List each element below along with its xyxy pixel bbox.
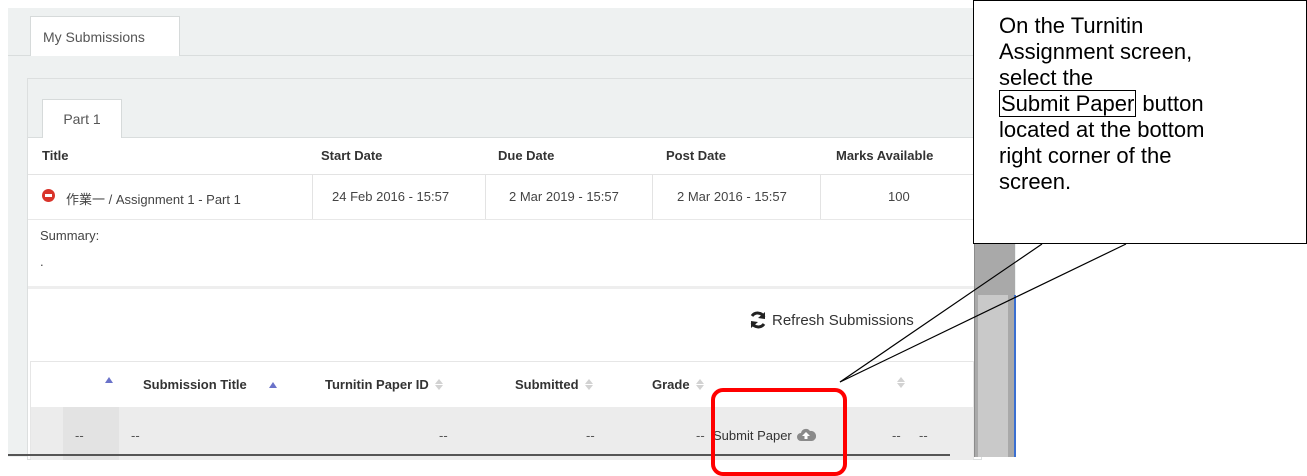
header-grade-label: Grade <box>652 377 690 392</box>
callout-line: select the <box>999 65 1094 90</box>
submission-grade-value: -- <box>696 428 705 443</box>
submit-paper-highlight <box>711 388 847 476</box>
column-divider <box>652 175 653 219</box>
column-divider <box>485 175 486 219</box>
sort-icon <box>584 379 593 390</box>
callout-line: screen. <box>999 169 1072 194</box>
header-due-date: Due Date <box>498 148 555 163</box>
assignment-due-date: 2 Mar 2019 - 15:57 <box>509 189 619 204</box>
summary-label: Summary: <box>40 228 100 243</box>
sort-icon <box>695 379 704 390</box>
row-select-cell <box>63 407 119 460</box>
tab-my-submissions[interactable]: My Submissions <box>30 16 180 56</box>
remove-circle-icon <box>42 189 55 202</box>
header-turnitin-paper-id-label: Turnitin Paper ID <box>325 377 429 392</box>
submission-title-value: -- <box>131 428 140 443</box>
header-submission-title[interactable]: Submission Title <box>143 377 277 392</box>
tab-part-1-label: Part 1 <box>63 111 101 127</box>
callout-line: Assignment screen, <box>999 39 1193 64</box>
sort-asc-icon <box>268 381 277 388</box>
scrollbar-accent-line <box>1014 295 1016 457</box>
header-title: Title <box>42 148 69 163</box>
callout-boxed-term: Submit Paper <box>999 90 1137 117</box>
assignment-marks-available: 100 <box>888 189 910 204</box>
submission-paper-id-value: -- <box>439 428 448 443</box>
header-post-date: Post Date <box>666 148 726 163</box>
header-start-date: Start Date <box>321 148 383 163</box>
header-submitted-label: Submitted <box>515 377 579 392</box>
assignment-title: 作業一 / Assignment 1 - Part 1 <box>66 192 241 207</box>
submission-last-value-b: -- <box>919 428 928 443</box>
header-grade[interactable]: Grade <box>652 377 704 392</box>
scrollbar-thumb[interactable] <box>978 295 1008 457</box>
header-marks-available: Marks Available <box>836 148 934 163</box>
callout-line: right corner of the <box>999 143 1172 168</box>
refresh-submissions-button[interactable]: Refresh Submissions <box>748 308 914 332</box>
callout-line: located at the bottom <box>999 117 1205 142</box>
callout-line-rest: button <box>1136 91 1204 116</box>
column-divider <box>312 175 313 219</box>
sort-icon <box>897 377 905 388</box>
summary-value: . <box>40 254 44 269</box>
summary-block: Summary: . <box>28 220 981 289</box>
tab-part-1[interactable]: Part 1 <box>42 99 122 138</box>
sort-icon <box>434 379 443 390</box>
refresh-icon <box>750 311 766 329</box>
submission-last-value-a: -- <box>892 428 901 443</box>
instruction-callout: On the Turnitin Assignment screen, selec… <box>973 0 1307 244</box>
assignment-post-date: 2 Mar 2016 - 15:57 <box>677 189 787 204</box>
header-turnitin-paper-id[interactable]: Turnitin Paper ID <box>325 377 443 392</box>
submission-first-value: -- <box>75 428 84 443</box>
assignment-row: 作業一 / Assignment 1 - Part 1 24 Feb 2016 … <box>28 175 981 220</box>
sort-column-header[interactable] <box>897 377 905 388</box>
sort-column-header[interactable] <box>105 377 113 383</box>
top-tab-strip: My Submissions <box>8 8 1016 56</box>
header-submission-title-label: Submission Title <box>143 377 247 392</box>
sort-asc-icon <box>105 377 113 383</box>
column-divider <box>820 175 821 219</box>
callout-line: Submit Paper button <box>999 90 1306 117</box>
refresh-submissions-label: Refresh Submissions <box>772 311 914 329</box>
submission-submitted-value: -- <box>586 428 595 443</box>
assignment-start-date: 24 Feb 2016 - 15:57 <box>332 189 450 204</box>
assignment-header-row: Title Start Date Due Date Post Date Mark… <box>28 138 981 175</box>
callout-line: On the Turnitin <box>999 13 1144 38</box>
refresh-row: Refresh Submissions <box>28 288 981 354</box>
tab-my-submissions-label: My Submissions <box>43 28 145 45</box>
part-tab-strip: Part 1 <box>28 79 981 138</box>
app-frame: My Submissions Part 1 Title Start Date D… <box>8 8 1016 460</box>
header-submitted[interactable]: Submitted <box>515 377 593 392</box>
